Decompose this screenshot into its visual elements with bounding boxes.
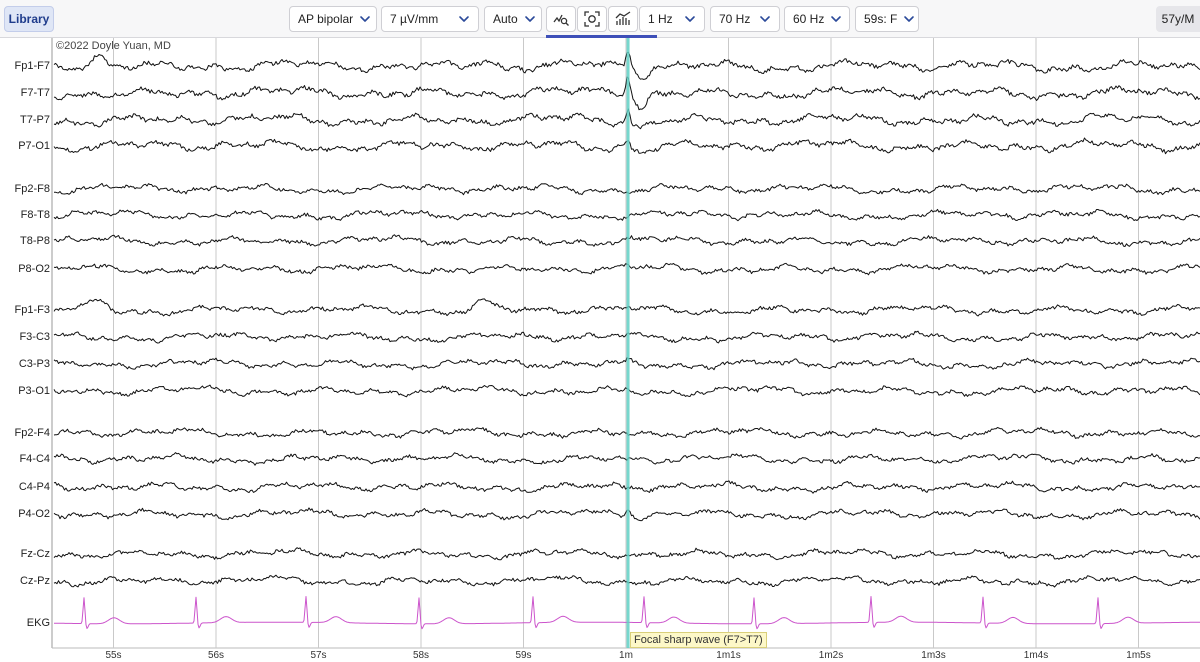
library-button[interactable]: Library <box>4 6 54 32</box>
chevron-down-icon <box>760 16 770 22</box>
time-tick-label: 1m4s <box>1023 650 1049 661</box>
time-tick-label: 1m2s <box>818 650 844 661</box>
channel-label[interactable]: C4-P4 <box>0 481 50 493</box>
channel-label[interactable]: Cz-Pz <box>0 575 50 587</box>
channel-label[interactable]: Fp2-F8 <box>0 183 50 195</box>
time-tick-label: 1m3s <box>921 650 946 661</box>
time-tick-label: 55s <box>105 650 122 661</box>
channel-label[interactable]: Fp2-F4 <box>0 427 50 439</box>
time-tick-label: 59s <box>515 650 532 661</box>
scale-mode-value: Auto <box>493 12 518 26</box>
chevron-down-icon <box>904 16 915 22</box>
low-filter-value: 1 Hz <box>648 12 673 26</box>
patient-age-badge: 57y/M <box>1156 6 1200 32</box>
channel-label[interactable]: EKG <box>0 617 50 629</box>
library-label: Library <box>8 12 50 26</box>
fit-screen-icon <box>584 11 600 27</box>
eeg-plot-area[interactable]: Fp1-F7 F7-T7 T7-P7 P7-O1 Fp2-F8 F8-T8 T8-P8 P8-… <box>0 38 1200 662</box>
channel-label[interactable]: F7-T7 <box>0 87 50 99</box>
channel-label[interactable]: F4-C4 <box>0 453 50 465</box>
channel-label[interactable]: P8-O2 <box>0 263 50 275</box>
montage-select[interactable]: AP bipolar <box>289 6 377 32</box>
copyright-text: ©2022 Doyle Yuan, MD <box>56 40 171 52</box>
waveform-search-button[interactable] <box>546 6 576 32</box>
spectrum-icon <box>615 11 631 25</box>
montage-value: AP bipolar <box>298 12 354 26</box>
chevron-down-icon <box>685 16 695 22</box>
scale-mode-select[interactable]: Auto <box>484 6 542 32</box>
chevron-down-icon <box>524 16 535 22</box>
waveform-search-icon <box>553 14 569 26</box>
chevron-down-icon <box>459 16 469 22</box>
notch-filter-select[interactable]: 60 Hz <box>784 6 850 32</box>
spectrum-button[interactable] <box>608 6 638 32</box>
page-select[interactable]: 59s: F <box>855 6 919 32</box>
sensitivity-value: 7 µV/mm <box>390 12 439 26</box>
channel-label[interactable]: C3-P3 <box>0 358 50 370</box>
channel-label[interactable]: P4-O2 <box>0 508 50 520</box>
fit-screen-button[interactable] <box>577 6 607 32</box>
channel-label[interactable]: F8-T8 <box>0 209 50 221</box>
channel-label[interactable]: F3-C3 <box>0 331 50 343</box>
page-value: 59s: F <box>864 12 898 26</box>
time-tick-label: 58s <box>412 650 430 661</box>
time-tick-label: 56s <box>207 650 225 661</box>
channel-label[interactable]: T8-P8 <box>0 235 50 247</box>
channel-label[interactable]: Fp1-F7 <box>0 60 50 72</box>
channel-label[interactable]: P7-O1 <box>0 140 50 152</box>
sensitivity-select[interactable]: 7 µV/mm <box>381 6 479 32</box>
low-filter-select[interactable]: 1 Hz <box>639 6 705 32</box>
notch-filter-value: 60 Hz <box>793 12 825 26</box>
eeg-traces-canvas[interactable] <box>0 38 1200 662</box>
chevron-down-icon <box>831 16 842 22</box>
high-filter-value: 70 Hz <box>719 12 751 26</box>
channel-label[interactable]: Fp1-F3 <box>0 304 50 316</box>
time-tick-label: 1m <box>619 650 633 661</box>
chevron-down-icon <box>360 16 370 22</box>
time-tick-label: 1m5s <box>1126 650 1151 661</box>
channel-label[interactable]: Fz-Cz <box>0 548 50 560</box>
time-tick-label: 1m1s <box>716 650 741 661</box>
channel-label[interactable]: P3-O1 <box>0 385 50 397</box>
toolbar: Library AP bipolar 7 µV/mm Auto 1 Hz 70 … <box>0 0 1200 38</box>
high-filter-select[interactable]: 70 Hz <box>710 6 780 32</box>
event-annotation[interactable]: Focal sharp wave (F7>T7) <box>630 632 767 648</box>
time-tick-label: 57s <box>310 650 327 661</box>
channel-label[interactable]: T7-P7 <box>0 114 50 126</box>
